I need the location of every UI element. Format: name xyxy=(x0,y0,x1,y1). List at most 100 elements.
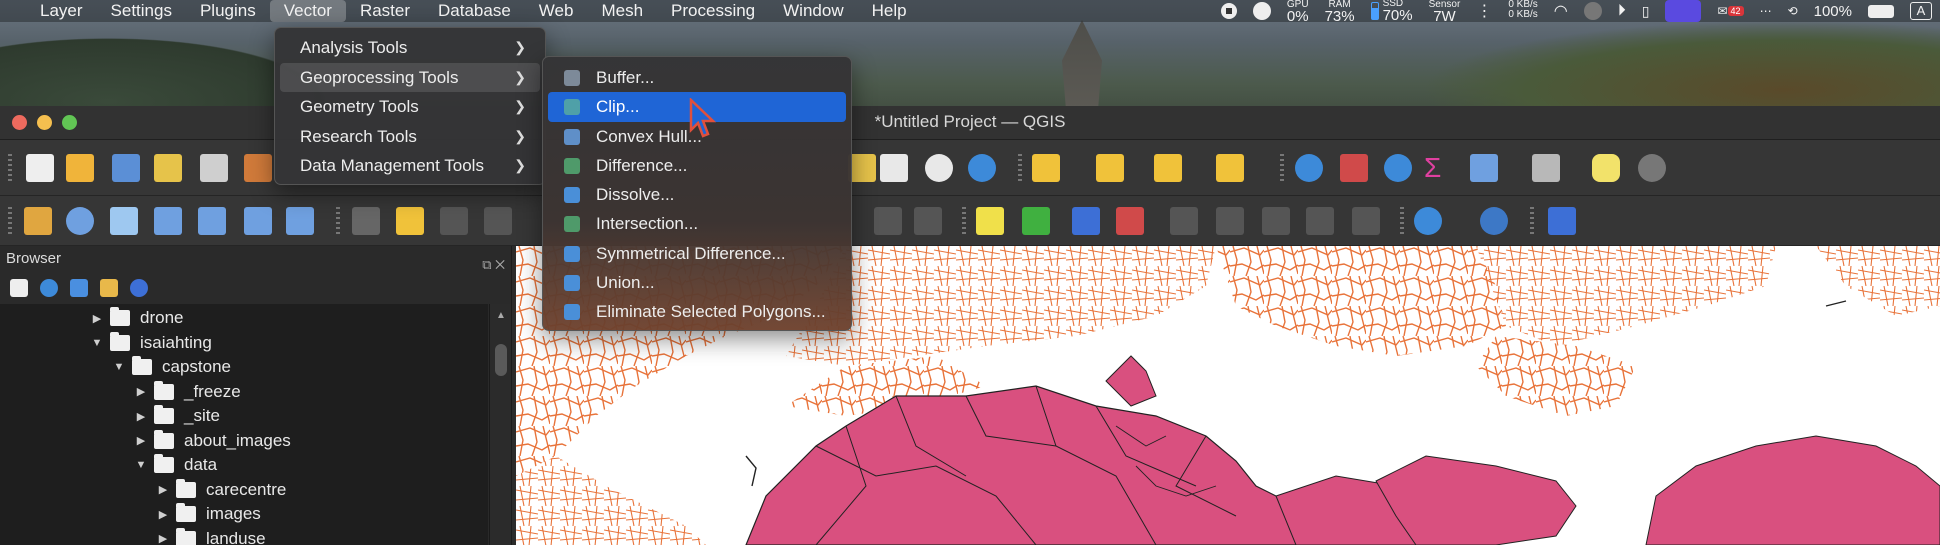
menu-item-data-management-tools[interactable]: Data Management Tools ❯ xyxy=(280,151,540,181)
menu-web[interactable]: Web xyxy=(525,0,588,22)
battery-icon[interactable] xyxy=(1868,0,1894,22)
chevron-right-icon[interactable]: ▶ xyxy=(156,508,170,521)
chevron-right-icon[interactable]: ▶ xyxy=(134,434,148,447)
forward-circle-icon[interactable] xyxy=(1583,0,1602,22)
measure-line-icon[interactable] xyxy=(1532,154,1560,182)
properties-icon[interactable] xyxy=(130,279,148,297)
select-by-location-icon[interactable] xyxy=(1216,154,1244,182)
menu-item-geoprocessing-tools[interactable]: Geoprocessing Tools ❯ xyxy=(280,62,540,92)
menu-item-dissolve[interactable]: Dissolve... xyxy=(548,180,846,209)
python-console-icon[interactable] xyxy=(1480,207,1508,235)
network-meter[interactable]: 0 KB/s 0 KB/s xyxy=(1508,0,1537,22)
label-properties-icon[interactable] xyxy=(1306,207,1334,235)
toolbar-grip[interactable] xyxy=(8,154,12,182)
menu-window[interactable]: Window xyxy=(769,0,857,22)
help-icon[interactable] xyxy=(1548,207,1576,235)
quickmapservices-icon[interactable] xyxy=(1414,207,1442,235)
menu-mesh[interactable]: Mesh xyxy=(587,0,657,22)
chevron-right-icon[interactable]: ▶ xyxy=(90,312,104,325)
toolbar-grip[interactable] xyxy=(962,207,966,235)
scrollbar-thumb[interactable] xyxy=(495,344,507,376)
menu-item-symmetrical-difference[interactable]: Symmetrical Difference... xyxy=(548,239,846,268)
new-project-icon[interactable] xyxy=(26,154,54,182)
save-project-icon[interactable] xyxy=(112,154,140,182)
tree-item[interactable]: ▶ _site xyxy=(0,404,488,429)
chevron-down-icon[interactable]: ▼ xyxy=(134,459,148,471)
chevron-right-icon[interactable]: ▶ xyxy=(156,483,170,496)
toolbar-grip[interactable] xyxy=(1018,154,1022,182)
toolbar-grip[interactable] xyxy=(1280,154,1284,182)
temporal-controller-icon[interactable] xyxy=(925,154,953,182)
time-machine-icon[interactable]: ⟲ xyxy=(1788,0,1798,22)
move-label-icon[interactable] xyxy=(1170,207,1198,235)
processing-toolbox-icon[interactable] xyxy=(1384,154,1412,182)
tree-item[interactable]: ▶ drone xyxy=(0,306,488,331)
input-source-icon[interactable]: A xyxy=(1910,0,1932,22)
chevron-right-icon[interactable]: ▶ xyxy=(134,385,148,398)
digitize-icon[interactable] xyxy=(484,207,512,235)
settings-gear-icon[interactable] xyxy=(1638,154,1666,182)
notification-icon[interactable]: ✉ 42 xyxy=(1717,0,1744,22)
menu-raster[interactable]: Raster xyxy=(346,0,424,22)
new-print-layout-icon[interactable] xyxy=(848,154,876,182)
project-properties-icon[interactable] xyxy=(200,154,228,182)
add-vector-tile-icon[interactable] xyxy=(286,207,314,235)
add-selected-layers-icon[interactable] xyxy=(10,279,28,297)
tree-item[interactable]: ▶ images xyxy=(0,502,488,527)
toolbar-grip[interactable] xyxy=(336,207,340,235)
diagram-options-icon[interactable] xyxy=(1022,207,1050,235)
check-icon[interactable] xyxy=(1252,0,1271,22)
rotate-label-icon[interactable] xyxy=(1216,207,1244,235)
menu-help[interactable]: Help xyxy=(858,0,921,22)
menu-plugins[interactable]: Plugins xyxy=(186,0,270,22)
edits-icon[interactable] xyxy=(352,207,380,235)
tree-item[interactable]: ▶ carecentre xyxy=(0,478,488,503)
tree-item[interactable]: ▼ data xyxy=(0,453,488,478)
menu-item-difference[interactable]: Difference... xyxy=(548,151,846,180)
refresh-icon[interactable] xyxy=(40,279,58,297)
toggle-editing-icon[interactable] xyxy=(396,207,424,235)
gpu-meter[interactable]: GPU 0% xyxy=(1287,0,1309,24)
chevron-down-icon[interactable]: ▼ xyxy=(112,361,126,373)
map-tips-icon[interactable] xyxy=(1592,154,1620,182)
chevron-right-icon[interactable]: ▶ xyxy=(134,410,148,423)
menu-settings[interactable]: Settings xyxy=(97,0,186,22)
select-features-icon[interactable] xyxy=(1032,154,1060,182)
tree-item[interactable]: ▼ isaiahting xyxy=(0,331,488,356)
gauge-icon[interactable]: ◠ xyxy=(1554,0,1568,22)
identify-features-icon[interactable] xyxy=(1295,154,1323,182)
toolbar-grip[interactable] xyxy=(8,207,12,235)
record-stop-icon[interactable] xyxy=(1220,0,1237,22)
save-edits-icon[interactable] xyxy=(440,207,468,235)
menu-item-eliminate-selected-polygons[interactable]: Eliminate Selected Polygons... xyxy=(548,297,846,326)
scroll-up-icon[interactable]: ▲ xyxy=(496,310,506,321)
undo-icon[interactable] xyxy=(874,207,902,235)
layout-manager-icon[interactable] xyxy=(880,154,908,182)
toolbar-grip[interactable] xyxy=(1530,207,1534,235)
tree-item[interactable]: ▼ capstone xyxy=(0,355,488,380)
statistics-sum-icon[interactable]: Σ xyxy=(1424,154,1452,182)
add-polygon-icon[interactable] xyxy=(198,207,226,235)
add-layer-icon[interactable] xyxy=(24,207,52,235)
ram-meter[interactable]: RAM 73% xyxy=(1325,0,1355,24)
menu-processing[interactable]: Processing xyxy=(657,0,769,22)
tree-item[interactable]: ▶ _freeze xyxy=(0,380,488,405)
menu-item-geometry-tools[interactable]: Geometry Tools ❯ xyxy=(280,92,540,122)
add-wms-layer-icon[interactable] xyxy=(66,207,94,235)
menu-database[interactable]: Database xyxy=(424,0,525,22)
chevron-right-icon[interactable]: ▶ xyxy=(156,532,170,545)
tree-item[interactable]: ▶ about_images xyxy=(0,429,488,454)
add-point-icon[interactable] xyxy=(110,207,138,235)
menu-item-research-tools[interactable]: Research Tools ❯ xyxy=(280,122,540,152)
select-by-value-icon[interactable] xyxy=(1096,154,1124,182)
open-project-icon[interactable] xyxy=(66,154,94,182)
project-templates-icon[interactable] xyxy=(154,154,182,182)
menu-vector[interactable]: Vector xyxy=(269,0,346,22)
sensor-meter[interactable]: Sensor 7W xyxy=(1429,0,1461,24)
menu-layer[interactable]: Layer xyxy=(0,0,97,22)
layer-labeling-icon[interactable] xyxy=(976,207,1004,235)
filter-icon[interactable] xyxy=(70,279,88,297)
screen-mirroring-icon[interactable] xyxy=(1665,0,1702,22)
ssd-meter[interactable]: SSD 70% xyxy=(1370,0,1413,23)
play-icon[interactable]: ⏵ xyxy=(1618,0,1626,22)
